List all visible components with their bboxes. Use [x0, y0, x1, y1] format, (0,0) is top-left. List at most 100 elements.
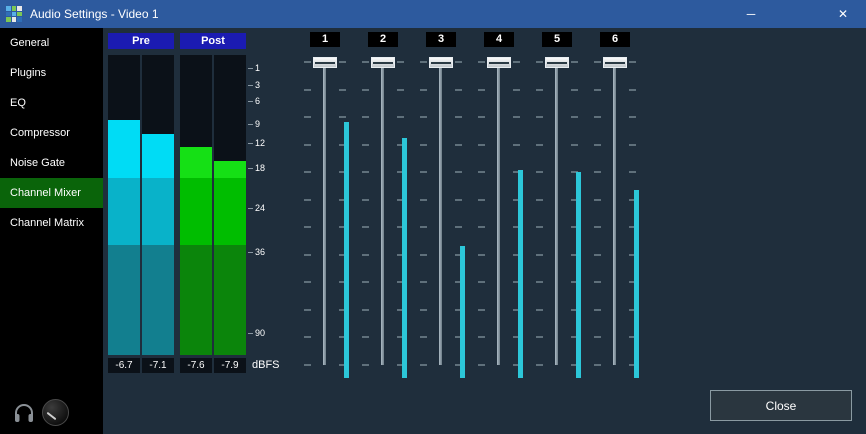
channel-3-fader-track[interactable] [439, 58, 442, 365]
channel-strip-2: 2 [354, 28, 412, 434]
fader-tick [536, 116, 543, 118]
channel-4-level-meter [518, 170, 523, 378]
fader-tick [513, 89, 520, 91]
channel-1-fader-handle[interactable] [313, 57, 337, 68]
fader-tick [304, 144, 311, 146]
fader-tick [304, 199, 311, 201]
channel-1-label: 1 [310, 32, 340, 47]
tick-label: 1 [255, 63, 260, 73]
fader-tick [629, 116, 636, 118]
channel-1-fader-track[interactable] [323, 58, 326, 365]
tick-dash [248, 252, 253, 253]
fader-tick [478, 309, 485, 311]
sidebar-item-general[interactable]: General [0, 28, 103, 58]
fader-tick [339, 89, 346, 91]
sidebar-item-plugins[interactable]: Plugins [0, 58, 103, 88]
fader-tick [629, 61, 636, 63]
tick-label: 36 [255, 247, 265, 257]
post-meter-2-value: -7.9 [214, 358, 246, 373]
channel-strip-4: 4 [470, 28, 528, 434]
fader-tick [455, 144, 462, 146]
channel-mixer-panel: Pre-6.7-7.1Post-7.6-7.9 13691218243690 d… [103, 28, 866, 434]
fader-tick [362, 226, 369, 228]
fader-tick [629, 144, 636, 146]
sidebar-item-channel-matrix[interactable]: Channel Matrix [0, 208, 103, 238]
channel-strip-5: 5 [528, 28, 586, 434]
fader-tick [362, 254, 369, 256]
sidebar-nav: GeneralPluginsEQCompressorNoise GateChan… [0, 28, 103, 238]
sidebar-item-channel-mixer[interactable]: Channel Mixer [0, 178, 103, 208]
fader-tick [571, 116, 578, 118]
fader-tick [304, 61, 311, 63]
channel-4-label: 4 [484, 32, 514, 47]
fader-tick [594, 171, 601, 173]
fader-tick [362, 116, 369, 118]
fader-tick [362, 199, 369, 201]
channel-strip-1: 1 [296, 28, 354, 434]
channel-3-fader-handle[interactable] [429, 57, 453, 68]
post-meter-1 [180, 55, 212, 355]
fader-tick [339, 61, 346, 63]
fader-tick [420, 89, 427, 91]
minimize-icon[interactable]: ─ [728, 0, 774, 28]
channel-5-fader-handle[interactable] [545, 57, 569, 68]
fader-tick [594, 254, 601, 256]
fader-tick [455, 171, 462, 173]
tick-label: 90 [255, 328, 265, 338]
fader-tick [536, 254, 543, 256]
tick-dash [248, 208, 253, 209]
fader-tick [304, 309, 311, 311]
fader-tick [420, 144, 427, 146]
fader-tick [594, 199, 601, 201]
close-button[interactable]: Close [710, 390, 852, 421]
channel-6-label: 6 [600, 32, 630, 47]
pre-meter-2-value: -7.1 [142, 358, 174, 373]
channel-2-label: 2 [368, 32, 398, 47]
fader-tick [362, 309, 369, 311]
fader-tick [362, 171, 369, 173]
fader-tick [397, 89, 404, 91]
tick-label: 9 [255, 119, 260, 129]
post-meter-2 [214, 55, 246, 355]
fader-tick [594, 116, 601, 118]
fader-tick [594, 89, 601, 91]
fader-tick [594, 61, 601, 63]
channel-4-fader-track[interactable] [497, 58, 500, 365]
sidebar-item-eq[interactable]: EQ [0, 88, 103, 118]
sidebar-item-compressor[interactable]: Compressor [0, 118, 103, 148]
fader-tick [571, 61, 578, 63]
fader-tick [513, 144, 520, 146]
channel-2-fader-track[interactable] [381, 58, 384, 365]
post-meter-1-bar [180, 147, 212, 355]
fader-tick [420, 61, 427, 63]
tick-dash [248, 168, 253, 169]
pre-meter-1-bar [108, 120, 140, 355]
fader-tick [513, 61, 520, 63]
channel-6-fader-handle[interactable] [603, 57, 627, 68]
fader-tick [362, 89, 369, 91]
channel-1-level-meter [344, 122, 349, 378]
fader-tick [420, 364, 427, 366]
fader-tick [513, 116, 520, 118]
channel-4-fader-handle[interactable] [487, 57, 511, 68]
db-scale-tick-3: 3 [248, 80, 260, 90]
fader-tick [455, 226, 462, 228]
post-meter-2-bar [214, 161, 246, 355]
close-window-icon[interactable]: ✕ [820, 0, 866, 28]
fader-tick [362, 61, 369, 63]
fader-tick [478, 364, 485, 366]
fader-tick [420, 116, 427, 118]
channel-5-fader-track[interactable] [555, 58, 558, 365]
fader-tick [536, 61, 543, 63]
fader-tick [594, 336, 601, 338]
channel-6-fader-track[interactable] [613, 58, 616, 365]
headphone-volume-knob[interactable] [42, 399, 69, 426]
fader-tick [455, 89, 462, 91]
sidebar-item-noise-gate[interactable]: Noise Gate [0, 148, 103, 178]
channel-2-fader-handle[interactable] [371, 57, 395, 68]
channel-2-level-meter [402, 138, 407, 378]
fader-tick [594, 281, 601, 283]
post-meters-label: Post [180, 33, 246, 49]
fader-tick [304, 116, 311, 118]
fader-tick [304, 336, 311, 338]
